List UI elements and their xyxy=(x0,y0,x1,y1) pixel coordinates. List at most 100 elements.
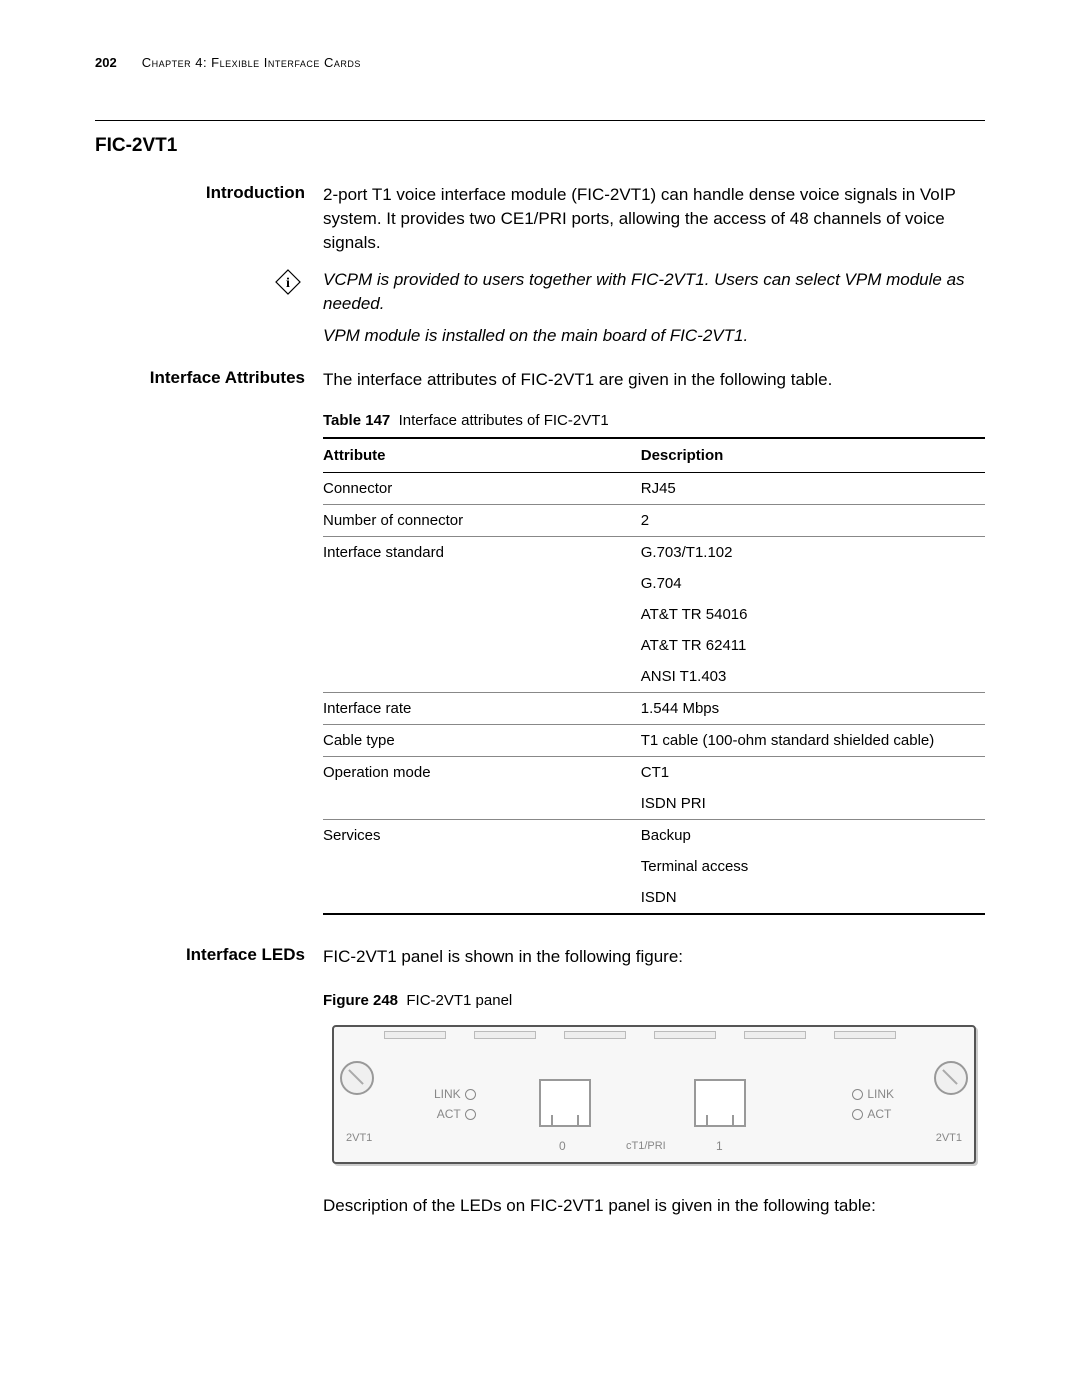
attributes-body: The interface attributes of FIC-2VT1 are… xyxy=(323,368,985,915)
page-number: 202 xyxy=(95,55,117,70)
table-cell-description: Backup xyxy=(641,819,985,851)
table-cell-attribute xyxy=(323,630,641,661)
led-indicator-icon xyxy=(465,1089,476,1100)
led-act-label: ACT xyxy=(437,1105,461,1124)
table-cell-attribute: Number of connector xyxy=(323,504,641,536)
panel-drawing: 2VT1 2VT1 LINK ACT LINK ACT 0 cT1/PRI 1 xyxy=(332,1025,976,1164)
panel-side-label-right: 2VT1 xyxy=(936,1131,962,1146)
attributes-label: Interface Attributes xyxy=(95,368,323,915)
port-center-label: cT1/PRI xyxy=(626,1139,666,1154)
panel-top-slot xyxy=(744,1031,806,1039)
rj45-port-1 xyxy=(694,1079,746,1127)
led-indicator-icon xyxy=(852,1089,863,1100)
table-caption-text: Interface attributes of FIC-2VT1 xyxy=(399,412,609,429)
table-cell-attribute xyxy=(323,661,641,693)
table-row: G.704 xyxy=(323,568,985,599)
table-header-attribute: Attribute xyxy=(323,438,641,473)
panel-figure: 2VT1 2VT1 LINK ACT LINK ACT 0 cT1/PRI 1 xyxy=(323,1025,985,1164)
table-cell-attribute: Interface standard xyxy=(323,536,641,568)
table-row: ISDN xyxy=(323,882,985,914)
table-row: ConnectorRJ45 xyxy=(323,472,985,504)
figure-caption-text: FIC-2VT1 panel xyxy=(406,992,512,1009)
info-note-line1: VCPM is provided to users together with … xyxy=(323,268,985,316)
rj45-port-0 xyxy=(539,1079,591,1127)
table-cell-attribute xyxy=(323,788,641,820)
attributes-intro: The interface attributes of FIC-2VT1 are… xyxy=(323,368,985,392)
table-row: Number of connector2 xyxy=(323,504,985,536)
table-cell-attribute: Operation mode xyxy=(323,756,641,788)
panel-top-slot xyxy=(474,1031,536,1039)
screw-icon xyxy=(340,1061,374,1095)
table-cell-description: ISDN xyxy=(641,882,985,914)
table-cell-attribute: Interface rate xyxy=(323,692,641,724)
table-row: AT&T TR 54016 xyxy=(323,599,985,630)
table-cell-description: RJ45 xyxy=(641,472,985,504)
table-cell-description: Terminal access xyxy=(641,851,985,882)
port-number-1: 1 xyxy=(716,1138,723,1155)
panel-top-slot xyxy=(564,1031,626,1039)
table-cell-description: ANSI T1.403 xyxy=(641,661,985,693)
table-cell-attribute xyxy=(323,851,641,882)
table-cell-description: 1.544 Mbps xyxy=(641,692,985,724)
table-row: Interface rate1.544 Mbps xyxy=(323,692,985,724)
introduction-label: Introduction xyxy=(95,183,323,254)
table-row: Interface standardG.703/T1.102 xyxy=(323,536,985,568)
led-act-label: ACT xyxy=(867,1105,891,1124)
table-cell-attribute xyxy=(323,882,641,914)
led-link-label: LINK xyxy=(867,1085,894,1104)
table-cell-description: 2 xyxy=(641,504,985,536)
table-row: Operation modeCT1 xyxy=(323,756,985,788)
screw-icon xyxy=(934,1061,968,1095)
figure-caption: Figure 248 FIC-2VT1 panel xyxy=(323,990,985,1011)
introduction-text: 2-port T1 voice interface module (FIC-2V… xyxy=(323,183,985,254)
page-header: 202 Chapter 4: Flexible Interface Cards xyxy=(95,55,985,70)
panel-top-slot xyxy=(384,1031,446,1039)
section-title: FIC-2VT1 xyxy=(95,135,985,157)
panel-top-slot xyxy=(834,1031,896,1039)
led-indicator-icon xyxy=(852,1109,863,1120)
led-group-left: LINK ACT xyxy=(434,1085,480,1123)
info-note-line2: VPM module is installed on the main boar… xyxy=(323,324,985,348)
attributes-table: Attribute Description ConnectorRJ45Numbe… xyxy=(323,437,985,915)
table-cell-description: G.704 xyxy=(641,568,985,599)
table-cell-description: ISDN PRI xyxy=(641,788,985,820)
table-header-description: Description xyxy=(641,438,985,473)
introduction-row: Introduction 2-port T1 voice interface m… xyxy=(95,183,985,254)
table-caption: Table 147 Interface attributes of FIC-2V… xyxy=(323,410,985,431)
chapter-title: Chapter 4: Flexible Interface Cards xyxy=(142,55,361,70)
table-cell-description: CT1 xyxy=(641,756,985,788)
table-cell-description: AT&T TR 54016 xyxy=(641,599,985,630)
table-cell-attribute xyxy=(323,599,641,630)
leds-body: FIC-2VT1 panel is shown in the following… xyxy=(323,945,985,1219)
table-cell-description: T1 cable (100-ohm standard shielded cabl… xyxy=(641,724,985,756)
led-group-right: LINK ACT xyxy=(848,1085,894,1123)
table-cell-attribute: Cable type xyxy=(323,724,641,756)
table-cell-attribute: Connector xyxy=(323,472,641,504)
panel-side-label-left: 2VT1 xyxy=(346,1131,372,1146)
table-row: AT&T TR 62411 xyxy=(323,630,985,661)
leds-label: Interface LEDs xyxy=(95,945,323,1219)
table-cell-attribute: Services xyxy=(323,819,641,851)
leds-intro: FIC-2VT1 panel is shown in the following… xyxy=(323,945,985,969)
table-cell-description: G.703/T1.102 xyxy=(641,536,985,568)
table-cell-description: AT&T TR 62411 xyxy=(641,630,985,661)
panel-top-slot xyxy=(654,1031,716,1039)
info-icon: i xyxy=(271,268,305,296)
figure-caption-prefix: Figure 248 xyxy=(323,992,398,1009)
leds-outro: Description of the LEDs on FIC-2VT1 pane… xyxy=(323,1194,985,1218)
table-row: Terminal access xyxy=(323,851,985,882)
led-link-label: LINK xyxy=(434,1085,461,1104)
led-indicator-icon xyxy=(465,1109,476,1120)
table-row: Cable typeT1 cable (100-ohm standard shi… xyxy=(323,724,985,756)
table-row: ServicesBackup xyxy=(323,819,985,851)
section-rule xyxy=(95,120,985,121)
svg-text:i: i xyxy=(286,276,290,291)
info-note-body: VCPM is provided to users together with … xyxy=(323,268,985,347)
attributes-row: Interface Attributes The interface attri… xyxy=(95,368,985,915)
table-caption-prefix: Table 147 xyxy=(323,412,390,429)
info-icon-col: i xyxy=(95,268,323,347)
info-note-row: i VCPM is provided to users together wit… xyxy=(95,268,985,347)
port-number-0: 0 xyxy=(559,1138,566,1155)
leds-row: Interface LEDs FIC-2VT1 panel is shown i… xyxy=(95,945,985,1219)
table-row: ISDN PRI xyxy=(323,788,985,820)
